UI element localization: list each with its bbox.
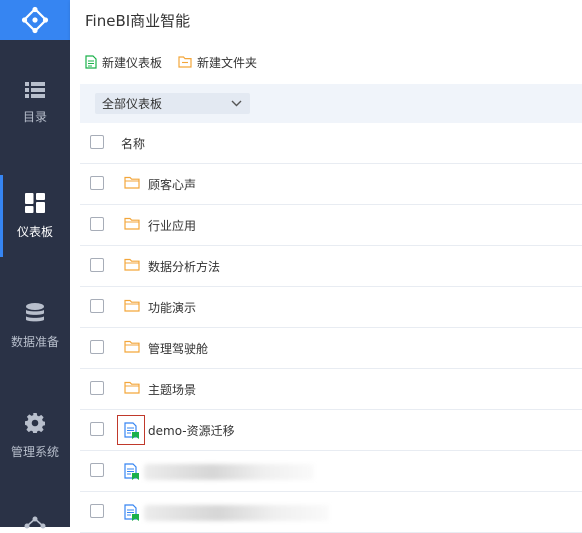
nav-item-data-prep-label: 数据准备: [10, 334, 59, 349]
nav-item-management[interactable]: 管理系统: [0, 395, 70, 477]
row-checkbox[interactable]: [90, 381, 104, 395]
dashboard-icon: [25, 192, 45, 213]
folder-icon: [124, 258, 140, 271]
table-header: 名称: [80, 123, 582, 164]
list-icon: [25, 81, 45, 98]
folder-name: 主题场景: [148, 383, 197, 397]
redacted-name: [144, 505, 329, 521]
row-checkbox[interactable]: [90, 217, 104, 231]
dashboard-file-icon: [124, 504, 140, 521]
dashboard-file-icon: [124, 422, 140, 439]
nav-item-management-label: 管理系统: [10, 444, 59, 459]
dashboard-filter-select[interactable]: 全部仪表板: [95, 93, 250, 114]
folder-name: 数据分析方法: [148, 260, 221, 274]
filter-bar: 全部仪表板: [80, 84, 582, 123]
row-checkbox[interactable]: [90, 340, 104, 354]
folder-icon: [124, 340, 140, 353]
new-dashboard-button[interactable]: 新建仪表板: [85, 54, 162, 71]
app-title: FineBI商业智能: [85, 11, 191, 30]
list-item[interactable]: 管理驾驶舱: [80, 328, 582, 369]
nav-item-catalog-label: 目录: [22, 109, 47, 124]
list-item[interactable]: 功能演示: [80, 287, 582, 328]
column-header-name: 名称: [121, 137, 146, 151]
folder-icon: [124, 176, 140, 189]
nav-item-dashboard[interactable]: 仪表板: [0, 175, 70, 257]
dashboard-name: demo-资源迁移: [148, 424, 235, 438]
row-checkbox[interactable]: [90, 299, 104, 313]
row-checkbox[interactable]: [90, 422, 104, 436]
folder-icon: [124, 299, 140, 312]
new-dashboard-icon: [85, 55, 97, 69]
folder-icon: [124, 217, 140, 230]
new-folder-label: 新建文件夹: [197, 55, 258, 70]
folder-name: 顾客心声: [148, 178, 197, 192]
folder-name: 功能演示: [148, 301, 197, 315]
row-checkbox[interactable]: [90, 258, 104, 272]
folder-name: 管理驾驶舱: [148, 342, 209, 356]
nav-item-dashboard-label: 仪表板: [16, 224, 53, 239]
row-checkbox[interactable]: [90, 463, 104, 477]
folder-name: 行业应用: [148, 219, 197, 233]
list-item[interactable]: demo-资源迁移: [80, 410, 582, 451]
nodes-icon: [24, 516, 46, 529]
dashboard-list: 名称 顾客心声 行业应用 数据分析方法 功能演示 管理驾驶舱 主题场景 demo…: [80, 123, 582, 533]
nav-item-catalog[interactable]: 目录: [0, 62, 70, 144]
select-all-checkbox[interactable]: [90, 135, 104, 149]
list-item[interactable]: 主题场景: [80, 369, 582, 410]
row-checkbox[interactable]: [90, 176, 104, 190]
dashboard-file-icon: [124, 463, 140, 480]
database-icon: [26, 302, 44, 321]
gear-icon: [25, 412, 45, 433]
nav-item-data-prep[interactable]: 数据准备: [0, 285, 70, 367]
new-folder-button[interactable]: 新建文件夹: [178, 54, 257, 71]
dashboard-filter-value: 全部仪表板: [102, 97, 163, 111]
redacted-name: [144, 464, 314, 480]
sidebar: 目录 仪表板 数据准备 管理系统: [0, 0, 70, 529]
list-item[interactable]: 数据分析方法: [80, 246, 582, 287]
finebi-logo-icon: [21, 6, 49, 34]
list-item[interactable]: [80, 451, 582, 492]
list-item[interactable]: 行业应用: [80, 205, 582, 246]
header: FineBI商业智能: [70, 0, 582, 40]
toolbar: 新建仪表板 新建文件夹: [70, 40, 582, 84]
row-checkbox[interactable]: [90, 504, 104, 518]
list-item[interactable]: 顾客心声: [80, 164, 582, 205]
new-folder-icon: [178, 56, 192, 68]
folder-icon: [124, 381, 140, 394]
logo[interactable]: [0, 0, 70, 40]
nav-item-more[interactable]: [24, 514, 46, 533]
new-dashboard-label: 新建仪表板: [102, 55, 163, 70]
chevron-down-icon: [231, 100, 242, 107]
